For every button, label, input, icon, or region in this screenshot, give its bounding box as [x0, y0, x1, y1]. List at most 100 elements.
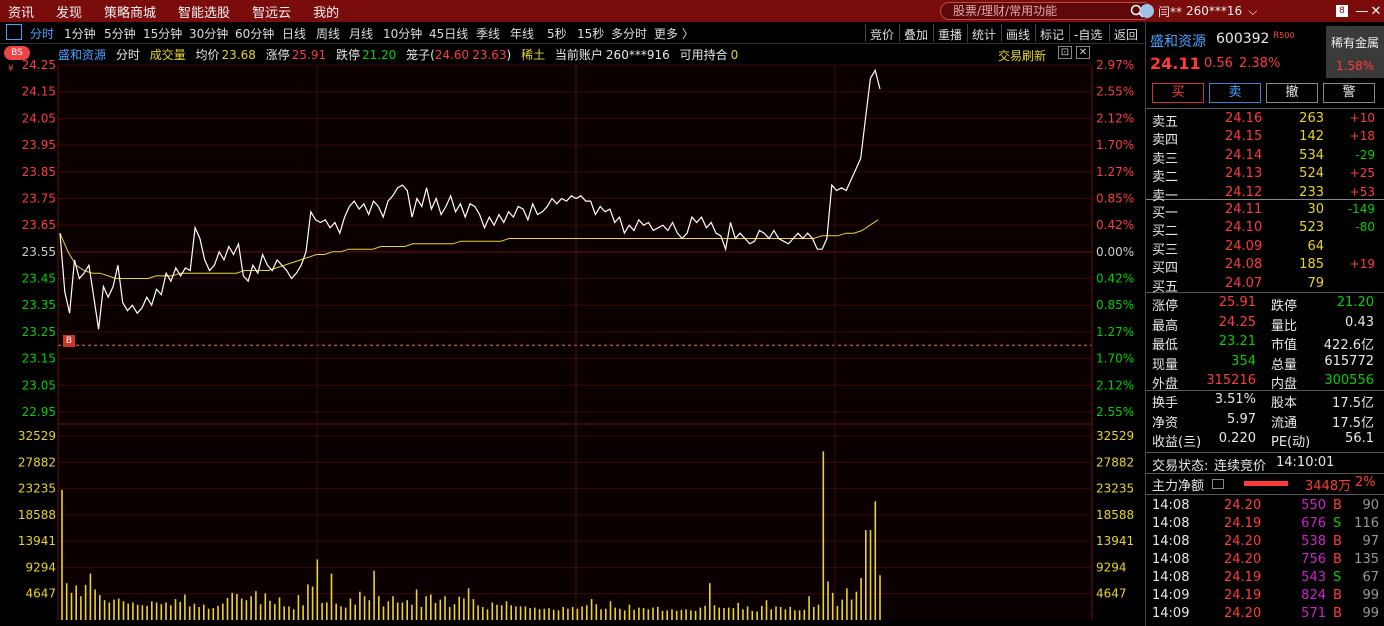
avg-label: 均价	[195, 48, 220, 62]
quote-panel: 盛和资源 600392 R500 24.11 0.56 2.38% 稀有金属 1…	[1145, 22, 1384, 626]
trade-status-time: 14:10:01	[1276, 455, 1335, 470]
menu-mine[interactable]: 我的	[313, 2, 339, 21]
period-tab-30min[interactable]: 30分钟	[189, 25, 228, 42]
notification-icon[interactable]: 8	[1332, 0, 1352, 22]
bid-change: -149	[1347, 202, 1375, 216]
y-tick-pct-label: 0.00%	[1096, 245, 1134, 259]
alert-button[interactable]: 警	[1323, 83, 1375, 103]
menu-strategy-mall[interactable]: 策略商城	[104, 2, 156, 21]
stat-label: 外盘	[1152, 377, 1179, 392]
tool-remove-watch[interactable]: -自选	[1069, 24, 1106, 42]
volume-tick-label: 23235	[18, 482, 56, 496]
quote-stock-code: 600392	[1216, 31, 1270, 47]
period-tab-15sec[interactable]: 15秒	[577, 25, 604, 42]
account-value: 260***916	[605, 48, 670, 62]
chart-period: 分时	[115, 48, 140, 62]
account-label: 当前账户	[554, 48, 603, 62]
main-flow-bar	[1244, 481, 1288, 486]
tool-mark[interactable]: 标记	[1035, 24, 1068, 42]
tick-count: 99	[1362, 606, 1379, 621]
bs-badge[interactable]: BS	[4, 46, 30, 60]
user-info[interactable]: 闫** 260***16 ⌵	[1140, 0, 1257, 22]
avg-value: 23.68	[221, 48, 256, 62]
ask-label: 卖四	[1152, 133, 1179, 149]
period-tab-1min[interactable]: 1分钟	[64, 25, 96, 42]
period-tab-year[interactable]: 年线	[510, 25, 534, 42]
ask-price: 24.14	[1225, 147, 1263, 163]
sector-box[interactable]: 稀有金属 1.58%	[1326, 26, 1384, 78]
period-tab-week[interactable]: 周线	[316, 25, 340, 42]
period-tab-intraday[interactable]: 分时	[30, 25, 54, 42]
settings-icon[interactable]: ⊡	[1058, 46, 1072, 59]
search-box[interactable]	[940, 2, 1152, 20]
tool-back[interactable]: 返回	[1109, 24, 1142, 42]
volume-tick-label: 9294	[25, 560, 56, 574]
tool-overlay[interactable]: 叠加	[899, 24, 932, 42]
trade-refresh-button[interactable]: 交易刷新	[998, 47, 1046, 64]
close-icon[interactable]: ✕	[1366, 0, 1384, 22]
period-tab-more[interactable]: 更多 〉	[654, 25, 694, 42]
chevron-down-icon[interactable]: ⌵	[1248, 4, 1257, 19]
main-flow-amount: 3448万	[1305, 479, 1352, 494]
y-tick-pct-label: 2.12%	[1096, 378, 1134, 392]
period-tab-15min[interactable]: 15分钟	[143, 25, 182, 42]
y-tick-pct-label: 2.55%	[1096, 405, 1134, 419]
tick-count: 90	[1362, 498, 1379, 513]
tool-auction[interactable]: 竞价	[865, 24, 898, 42]
bid-volume: 79	[1307, 275, 1324, 291]
period-tab-10min[interactable]: 10分钟	[383, 25, 422, 42]
menu-discover[interactable]: 发现	[56, 2, 82, 21]
stat-value: 0.220	[1218, 431, 1256, 446]
stat-value: 21.20	[1336, 295, 1374, 310]
volume-tick-label-right: 18588	[1096, 508, 1134, 522]
top-menu-bar: 资讯 发现 策略商城 智能选股 智远云 我的 闫** 260***16 ⌵ 8 …	[0, 0, 1384, 22]
plot-area	[58, 65, 1092, 620]
intraday-chart[interactable]: 24.25 24.15 24.05 23.95 23.85 23.75 23.65 23.55…	[0, 44, 1144, 626]
sidebar-toggle-icon[interactable]	[6, 24, 22, 40]
tick-time: 14:09	[1152, 588, 1190, 603]
period-tab-5min[interactable]: 5分钟	[104, 25, 136, 42]
b-trade-marker[interactable]: B	[63, 335, 75, 347]
stat-value: 3.51%	[1214, 392, 1256, 407]
period-tab-quarter[interactable]: 季线	[476, 25, 500, 42]
menu-news[interactable]: 资讯	[8, 2, 34, 21]
period-tab-month[interactable]: 月线	[349, 25, 373, 42]
ask-price: 24.15	[1225, 129, 1263, 145]
avatar[interactable]	[1140, 4, 1154, 18]
tool-draw[interactable]: 画线	[1001, 24, 1034, 42]
sector-tag[interactable]: 稀土	[521, 48, 545, 62]
bid-price: 24.08	[1225, 257, 1263, 273]
tick-volume: 543	[1301, 570, 1326, 585]
stat-value: 300556	[1324, 373, 1374, 388]
limit-up-label: 涨停	[265, 48, 290, 62]
bid-label: 买二	[1152, 224, 1179, 240]
close-panel-icon[interactable]: ✕	[1076, 46, 1090, 59]
y-tick-label: 24.25	[22, 58, 56, 72]
tool-stats[interactable]: 统计	[967, 24, 1000, 42]
period-tab-multi[interactable]: 多分时	[611, 25, 647, 42]
cage-high: 23.63	[472, 48, 507, 62]
search-input[interactable]	[953, 3, 1123, 19]
main-flow-menu-icon[interactable]	[1212, 479, 1224, 489]
buy-button[interactable]: 买	[1152, 83, 1204, 103]
period-tab-day[interactable]: 日线	[282, 25, 306, 42]
period-tab-5sec[interactable]: 5秒	[547, 25, 567, 42]
ask-change: +53	[1349, 184, 1375, 199]
collapse-icon[interactable]: ¥	[8, 64, 14, 74]
period-tab-60min[interactable]: 60分钟	[235, 25, 274, 42]
bid-volume: 64	[1307, 238, 1324, 254]
sell-button[interactable]: 卖	[1209, 83, 1261, 103]
cancel-order-button[interactable]: 撤	[1266, 83, 1318, 103]
y-tick-label: 23.85	[22, 165, 56, 179]
y-tick-pct-label: 0.42%	[1096, 272, 1134, 286]
period-tab-45day[interactable]: 45日线	[429, 25, 468, 42]
tool-replay[interactable]: 重播	[933, 24, 966, 42]
menu-smart-picker[interactable]: 智能选股	[178, 2, 230, 21]
ask-price: 24.12	[1225, 184, 1263, 200]
bid-change: +19	[1349, 257, 1375, 272]
tick-price: 24.20	[1224, 498, 1262, 513]
main-flow-pct: 2%	[1355, 475, 1376, 490]
menu-zhiyuan-cloud[interactable]: 智远云	[252, 2, 291, 21]
tick-price: 24.19	[1224, 570, 1262, 585]
volume-tick-label: 32529	[18, 429, 56, 443]
